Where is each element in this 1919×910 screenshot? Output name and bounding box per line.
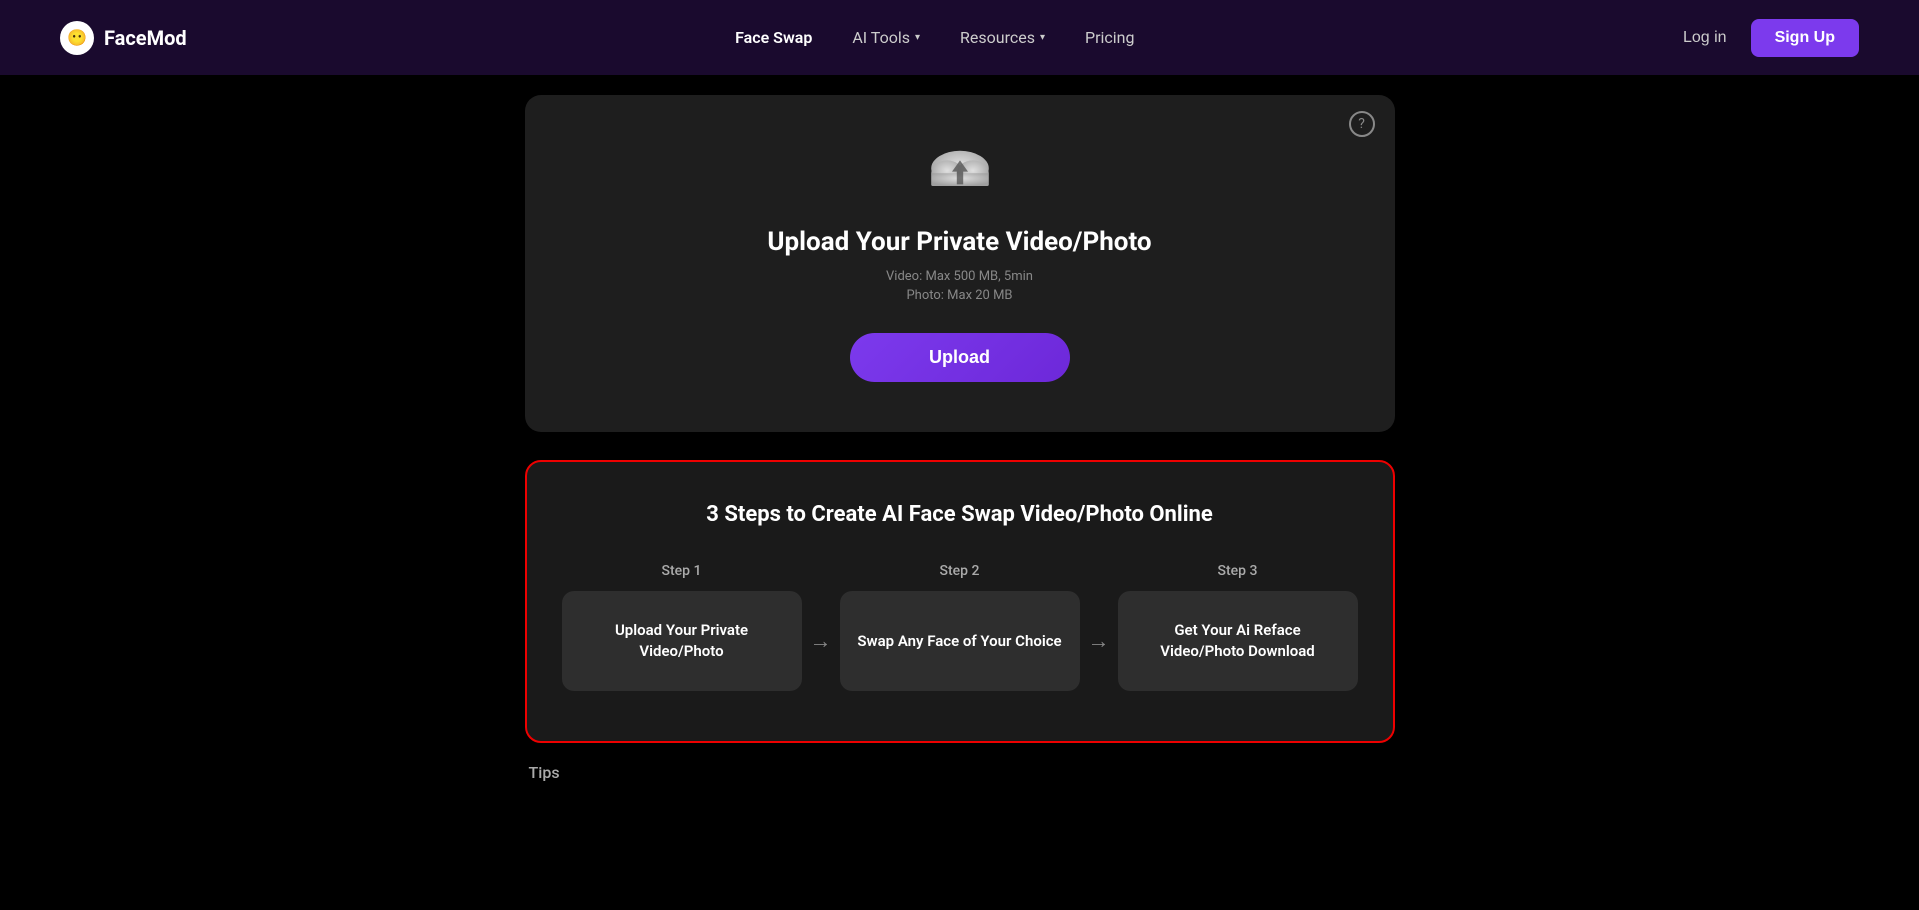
arrow-2: →: [1088, 628, 1110, 654]
logo[interactable]: 😶 FaceMod: [60, 21, 187, 55]
upload-constraints: Video: Max 500 MB, 5min Photo: Max 20 MB: [886, 269, 1033, 303]
cloud-upload-icon: [920, 135, 1000, 209]
step-2-box: Swap Any Face of Your Choice: [840, 591, 1080, 691]
step-3-text: Get Your Ai Reface Video/Photo Download: [1134, 620, 1342, 662]
step-2-text: Swap Any Face of Your Choice: [857, 631, 1061, 652]
upload-section: ? Upload Your Private Video: [525, 95, 1395, 432]
step-3-label: Step 3: [1218, 563, 1258, 579]
steps-title: 3 Steps to Create AI Face Swap Video/Pho…: [567, 502, 1353, 527]
constraint-video: Video: Max 500 MB, 5min: [886, 269, 1033, 284]
step-3-box: Get Your Ai Reface Video/Photo Download: [1118, 591, 1358, 691]
nav-resources[interactable]: Resources ▾: [960, 28, 1045, 47]
upload-title: Upload Your Private Video/Photo: [767, 227, 1151, 257]
tips-label: Tips: [529, 763, 560, 782]
step-1-box: Upload Your Private Video/Photo: [562, 591, 802, 691]
arrow-1: →: [810, 628, 832, 654]
logo-icon: 😶: [60, 21, 94, 55]
step-1-label: Step 1: [662, 563, 702, 579]
login-button[interactable]: Log in: [1683, 29, 1727, 47]
help-icon[interactable]: ?: [1349, 111, 1375, 137]
chevron-down-icon: ▾: [915, 32, 920, 43]
step-2-label: Step 2: [940, 563, 980, 579]
step-1-container: Step 1 Upload Your Private Video/Photo: [562, 563, 802, 691]
signup-button[interactable]: Sign Up: [1751, 19, 1859, 57]
nav-face-swap[interactable]: Face Swap: [735, 28, 812, 47]
step-2-container: Step 2 Swap Any Face of Your Choice: [840, 563, 1080, 691]
step-1-text: Upload Your Private Video/Photo: [578, 620, 786, 662]
upload-button[interactable]: Upload: [850, 333, 1070, 382]
navbar: 😶 FaceMod Face Swap AI Tools ▾ Resources…: [0, 0, 1919, 75]
logo-text: FaceMod: [104, 26, 187, 50]
nav-pricing[interactable]: Pricing: [1085, 28, 1135, 47]
main-content: ? Upload Your Private Video: [0, 75, 1919, 812]
steps-section: 3 Steps to Create AI Face Swap Video/Pho…: [525, 460, 1395, 743]
nav-ai-tools[interactable]: AI Tools ▾: [852, 28, 920, 47]
steps-row: Step 1 Upload Your Private Video/Photo →…: [567, 563, 1353, 691]
chevron-down-icon: ▾: [1040, 32, 1045, 43]
tips-section: Tips: [525, 763, 1395, 782]
constraint-photo: Photo: Max 20 MB: [906, 288, 1012, 303]
step-3-container: Step 3 Get Your Ai Reface Video/Photo Do…: [1118, 563, 1358, 691]
navbar-actions: Log in Sign Up: [1683, 19, 1859, 57]
nav-links: Face Swap AI Tools ▾ Resources ▾ Pricing: [735, 28, 1134, 47]
